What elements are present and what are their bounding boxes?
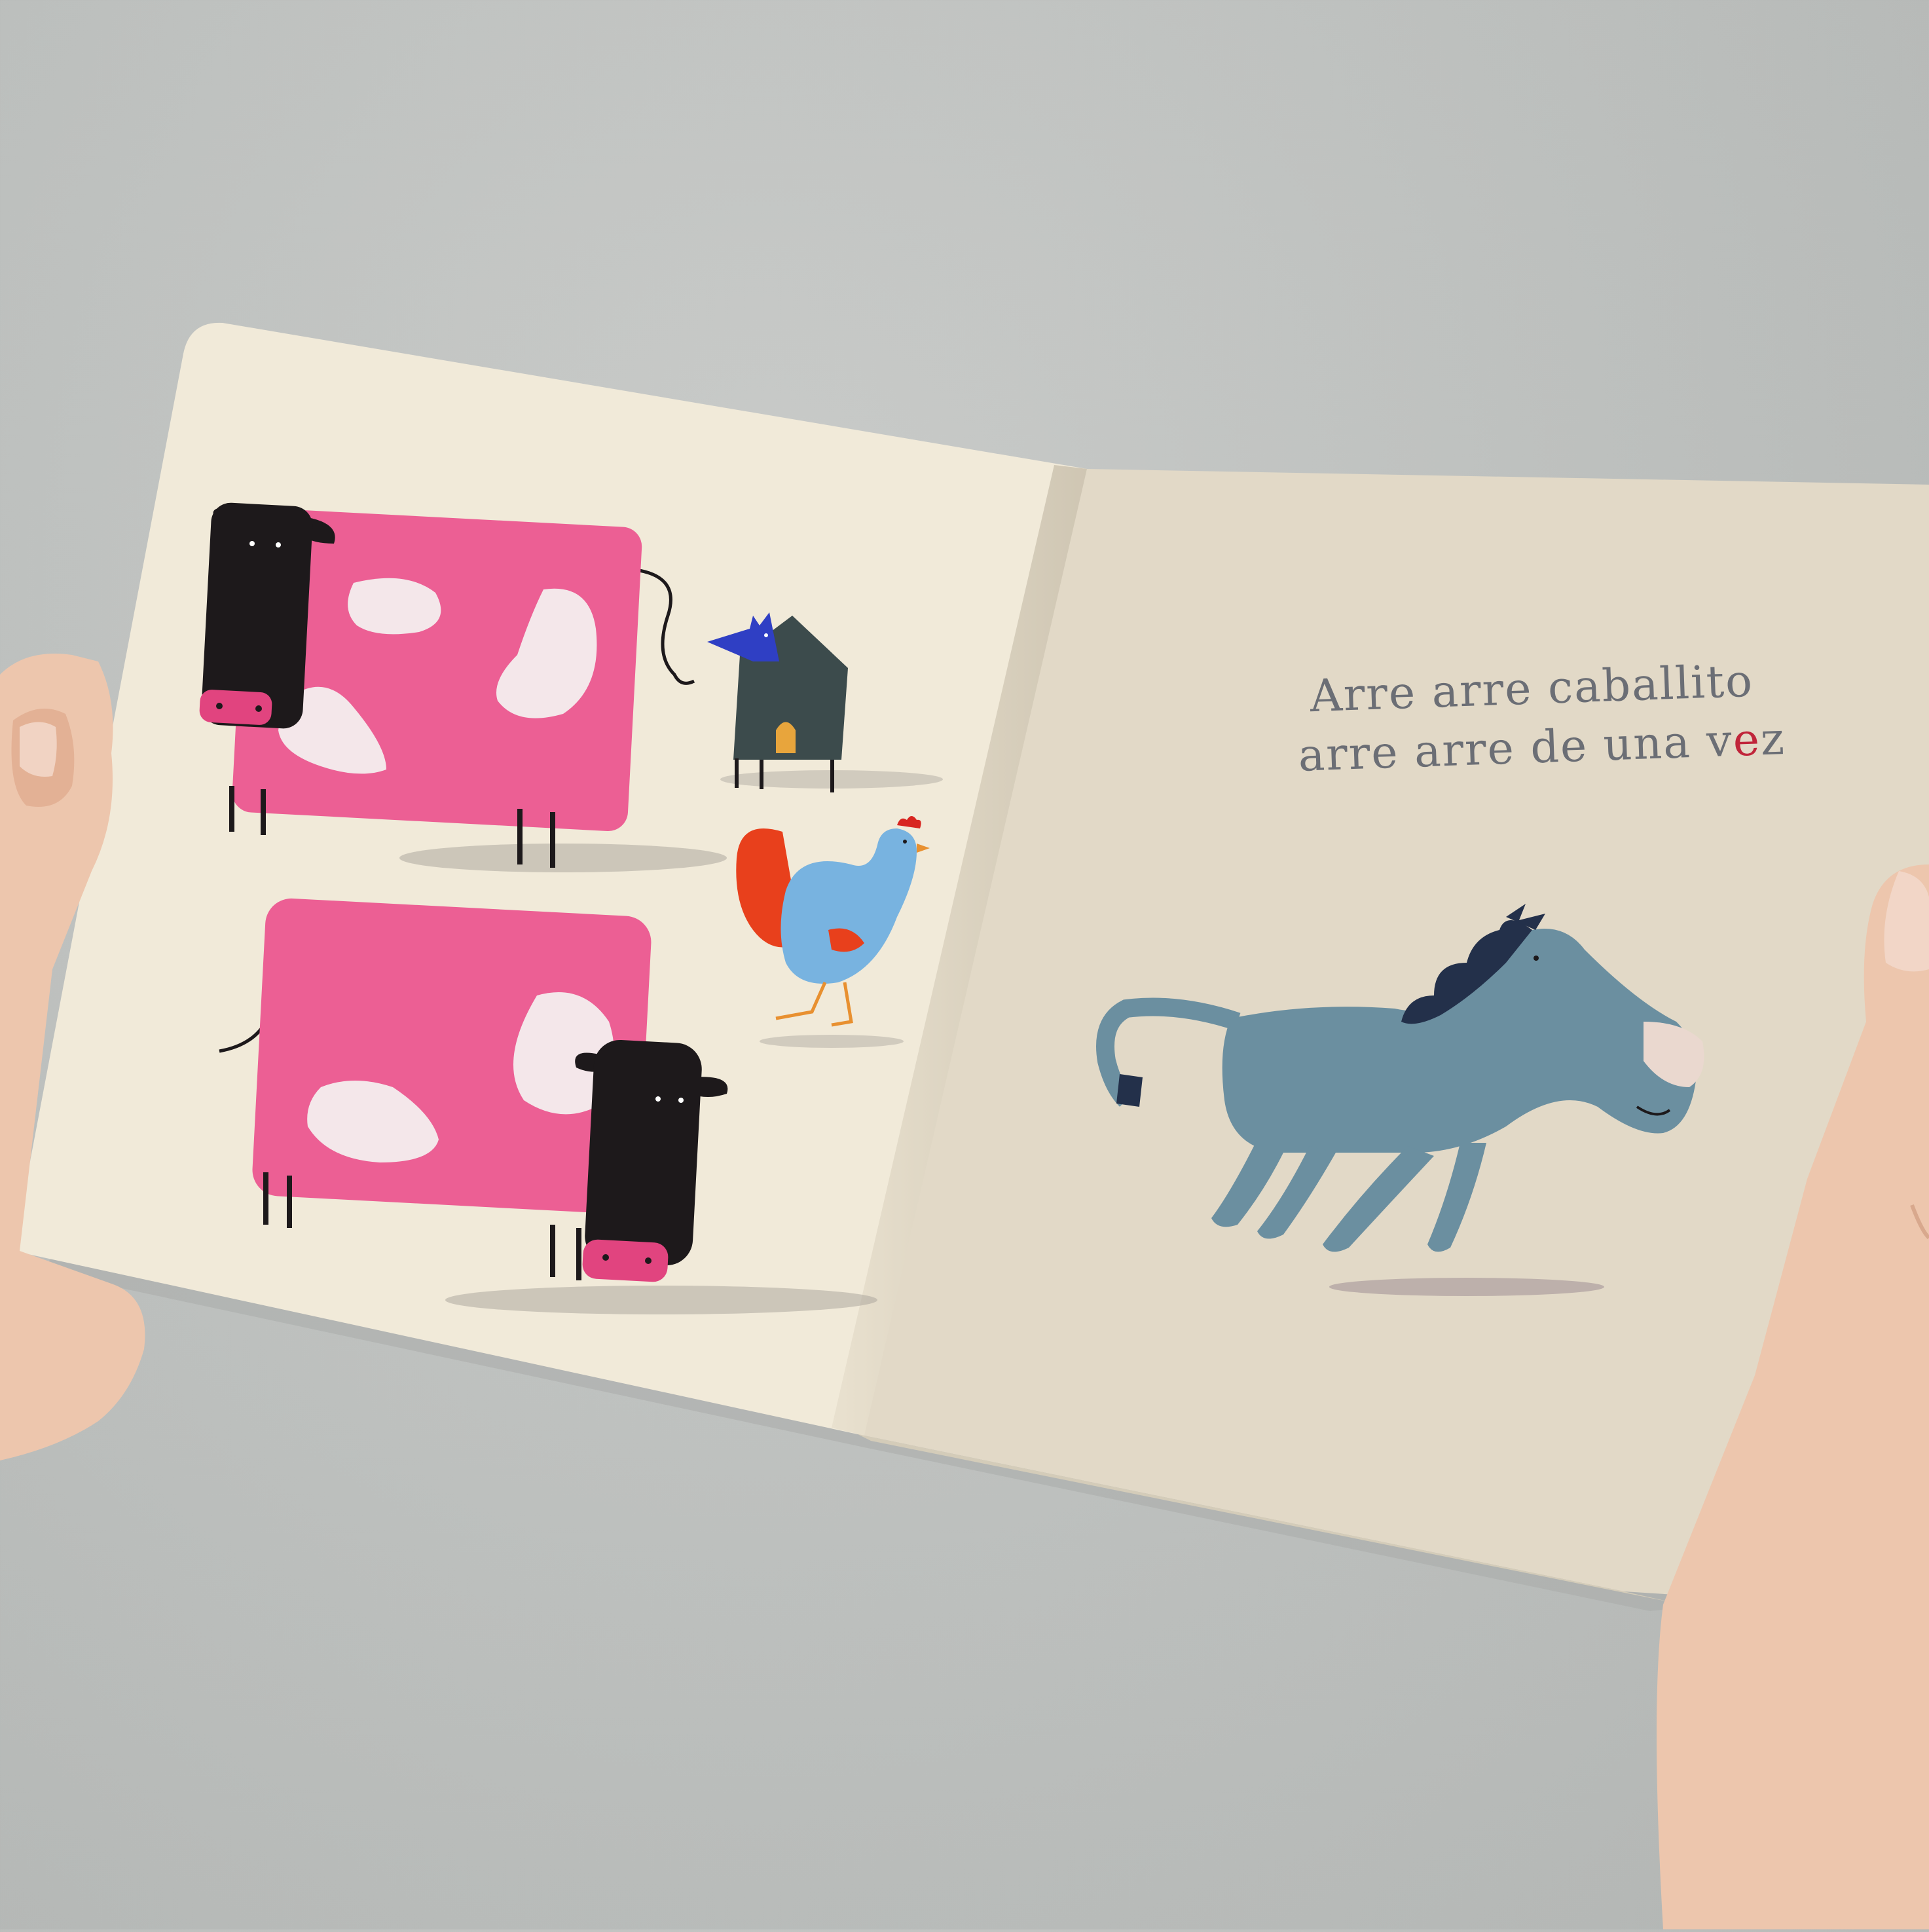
photo-scene: Arre arre caballito arre arre de una vez [0,0,1929,1929]
book-text-accent-letter: e [1732,714,1762,767]
book-text-line-2-prefix: arre arre de una v [1297,715,1735,782]
book-text: Arre arre caballito arre arre de una vez [1295,652,1786,786]
book-text-line-2-suffix: z [1759,713,1787,766]
photo-illustration [0,322,1929,1929]
